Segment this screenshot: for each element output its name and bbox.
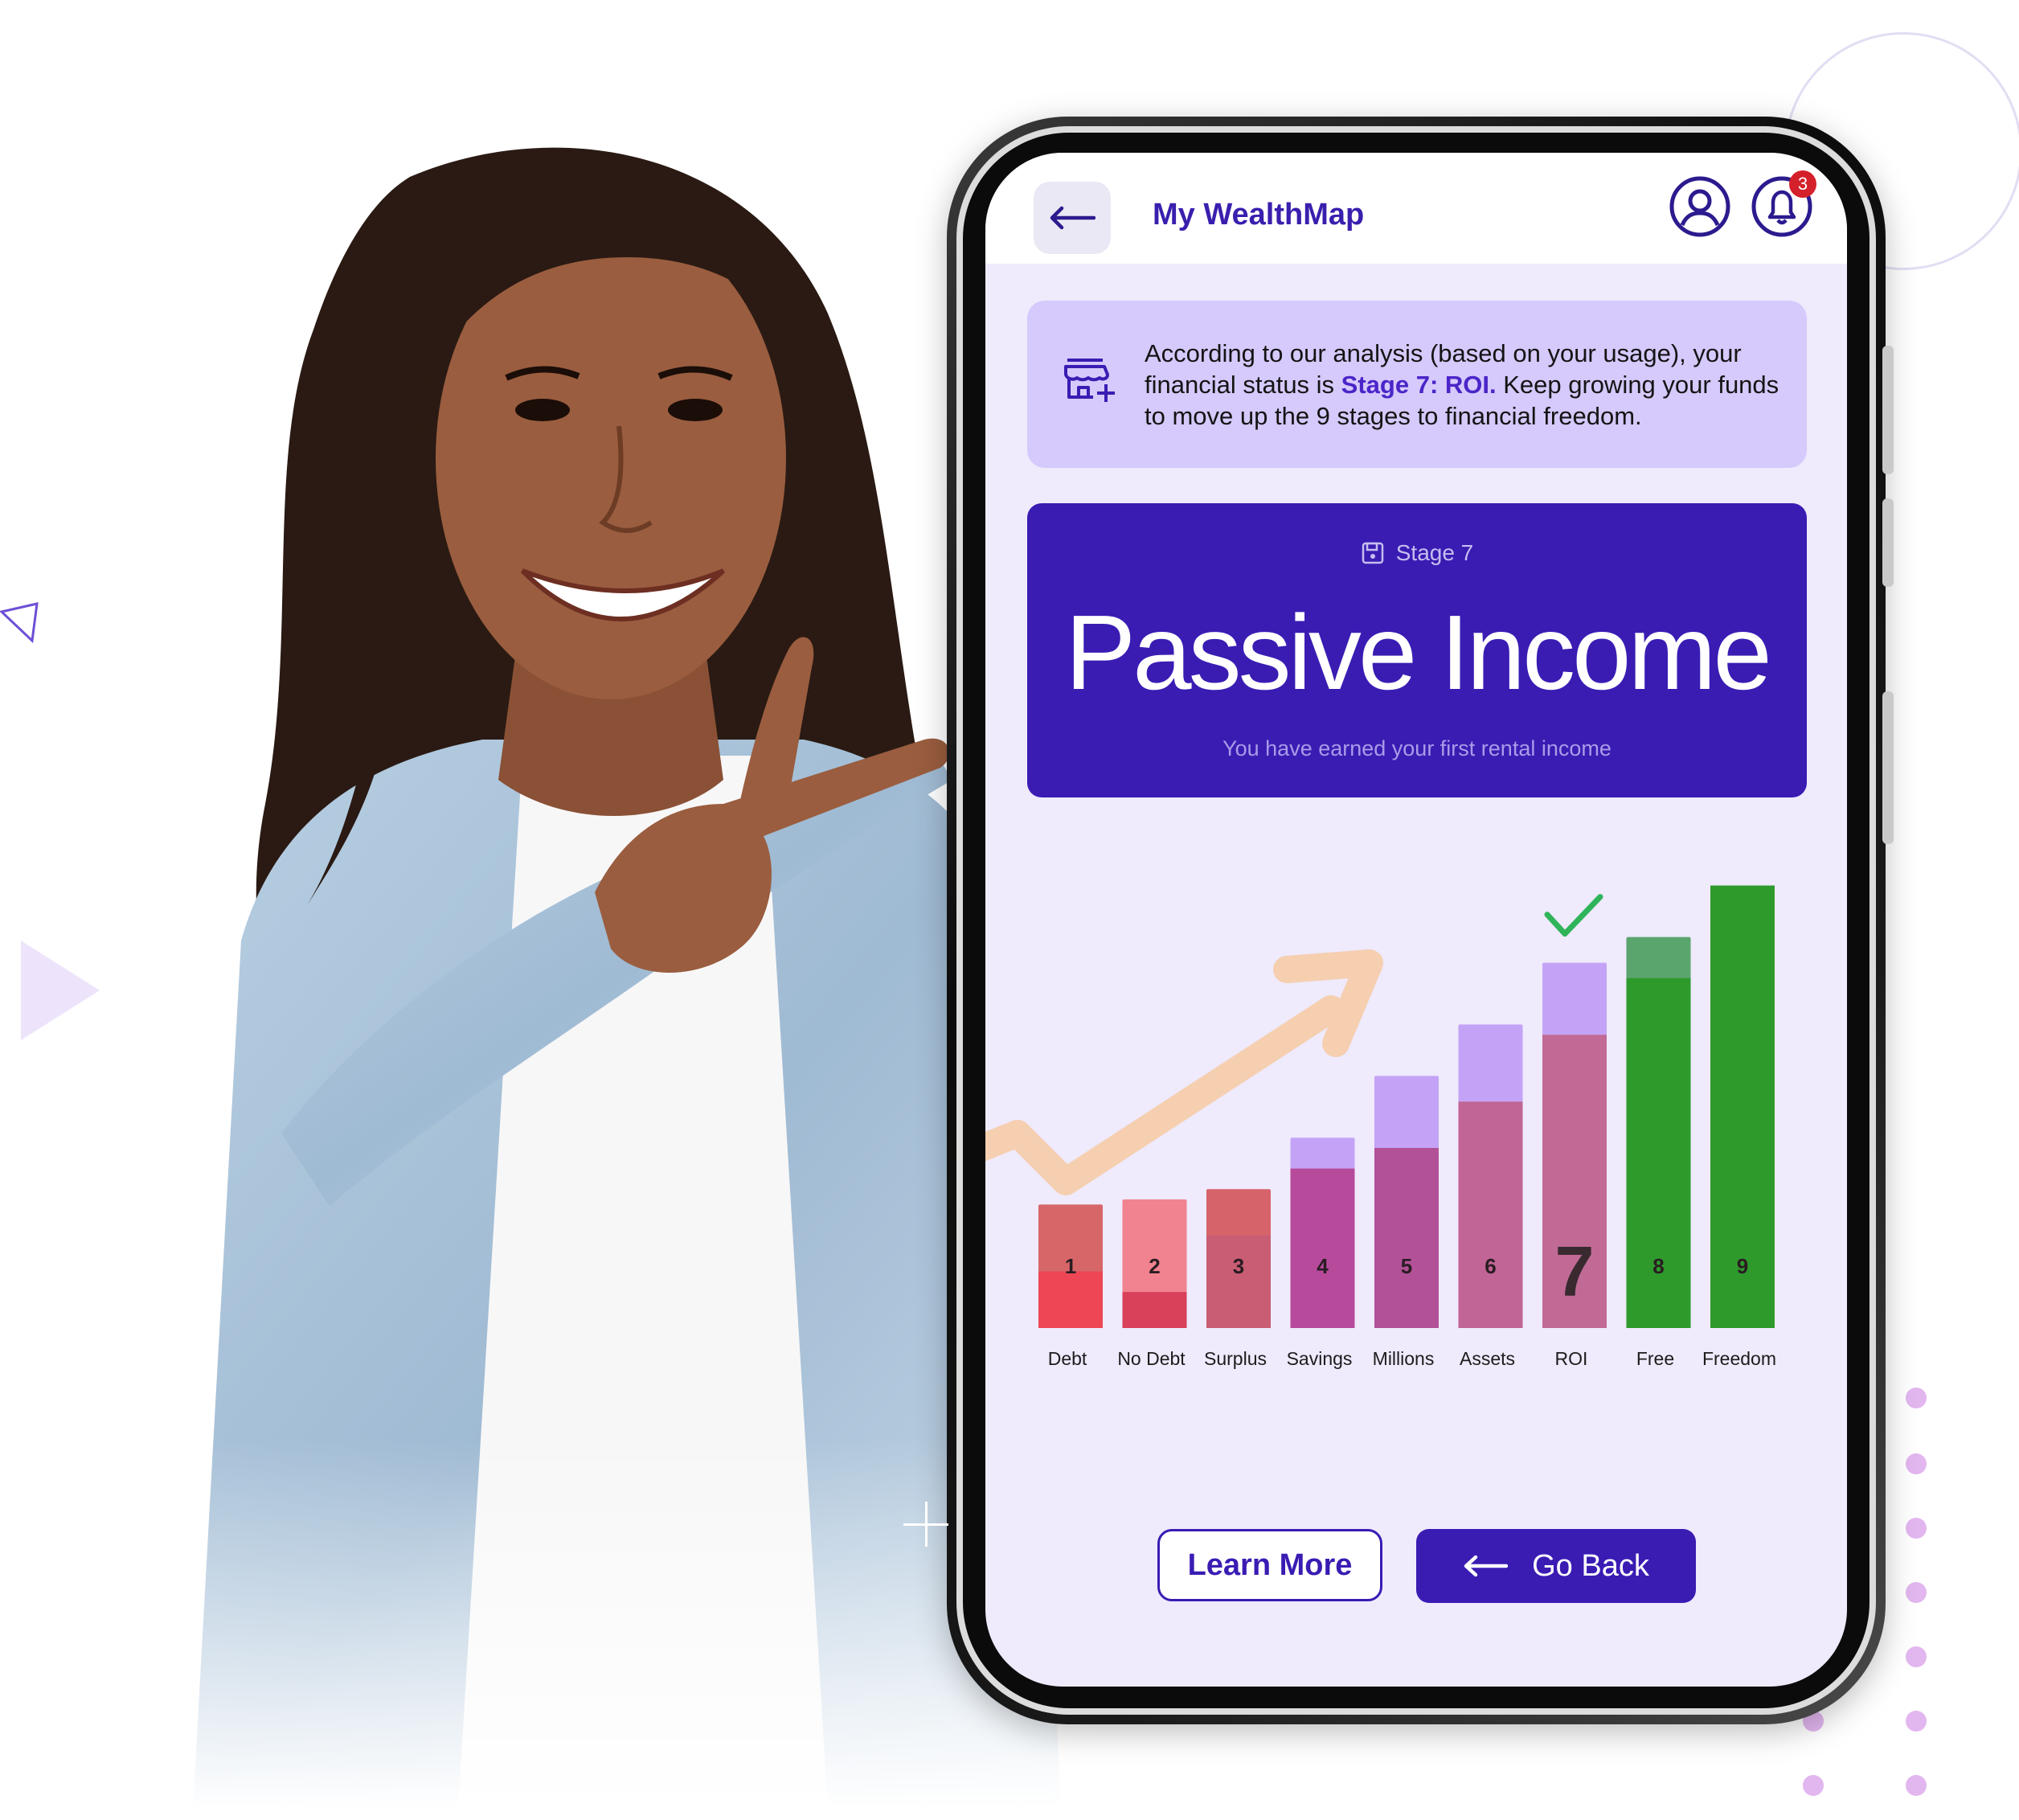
phone-screen: My WealthMap 3 According to our analysis… [985,153,1847,1687]
save-icon [1362,542,1383,564]
stage-label: Stage 7 [1395,540,1474,565]
wealth-stages-chart: 1 Debt 2 No Debt 3 Surplus 4 Savings 5 Millions 6 A… [985,885,1776,1369]
stage-number: 4 [1317,1254,1329,1278]
stage-bar-progress [1206,1235,1271,1328]
stage-label: Assets [1460,1348,1515,1369]
user-circle-icon[interactable] [1669,175,1731,238]
stage-bar-progress [1374,1148,1439,1328]
page-title: My WealthMap [1153,198,1365,232]
stage-number: 9 [1737,1254,1748,1278]
stage-label: No Debt [1117,1348,1186,1369]
arrow-left-icon [1464,1555,1509,1577]
phone-side-button [1882,498,1894,587]
stage-bar-progress [1290,1168,1355,1328]
phone-side-button [1882,691,1894,844]
current-stage-highlight: Stage 7: ROI. [1341,371,1497,399]
stage-number: 7 [1555,1232,1595,1311]
stage-label: Freedom [1702,1348,1776,1369]
triangle-outline-decoration [0,602,39,644]
arrow-left-icon [1050,206,1096,230]
stage-subtitle: You have earned your first rental income [1222,736,1612,760]
checkmark-icon [1544,894,1603,937]
analysis-text: According to our analysis (based on your… [1145,338,1779,432]
triangle-decoration [21,941,100,1040]
store-add-icon [1064,359,1115,402]
learn-more-button[interactable]: Learn More [1157,1529,1382,1601]
phone-side-button [1882,346,1894,474]
stage-label: Debt [1048,1348,1087,1369]
plus-decoration [903,1502,948,1547]
stage-label: ROI [1555,1348,1588,1369]
stage-label: Free [1636,1348,1674,1369]
app-header: My WealthMap 3 [985,153,1847,264]
go-back-button[interactable]: Go Back [1416,1529,1696,1603]
stage-label-row: Stage 7 [1027,540,1807,566]
stage-label: Millions [1373,1348,1435,1369]
back-button[interactable] [1034,182,1111,254]
stage-title: Passive Income [1065,593,1772,711]
stage-bar-progress [1458,1101,1523,1328]
stage-number: 3 [1233,1254,1244,1278]
stage-number: 5 [1401,1254,1412,1278]
analysis-banner: According to our analysis (based on your… [1027,301,1807,468]
go-back-label: Go Back [1532,1548,1649,1583]
stage-label: Surplus [1204,1348,1267,1369]
notification-badge: 3 [1789,170,1816,198]
stage-label: Savings [1287,1348,1353,1369]
stage-number: 6 [1485,1254,1496,1278]
stage-card: Stage 7 Passive Income You have earned y… [1027,503,1807,797]
stage-number: 1 [1065,1254,1076,1278]
stage-bar-progress [1122,1292,1187,1328]
stage-number: 8 [1652,1254,1664,1278]
stage-number: 2 [1149,1254,1160,1278]
stage-bar-progress [1038,1271,1103,1328]
